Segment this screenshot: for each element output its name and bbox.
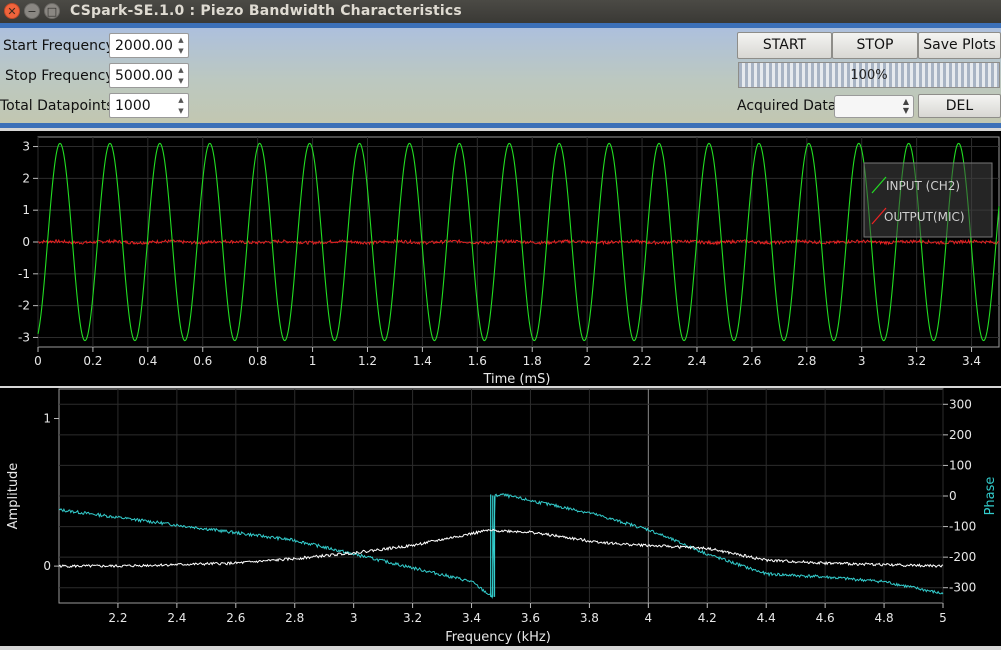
y2-tick-label: -100 [949, 520, 976, 534]
y2-tick-label: 200 [949, 428, 972, 442]
acquired-data-label: Acquired Data [737, 98, 837, 114]
time-domain-plot[interactable]: 0 0.2 0.4 0.6 0.8 1 1.2 1.4 1.6 1.8 2 2.2 2.4 2.6 2.8 3… [0, 131, 1001, 387]
total-datapoints-spinbox[interactable]: 1000 ▲ ▼ [109, 93, 189, 118]
legend-output-label: OUTPUT(MIC) [884, 210, 965, 224]
legend: INPUT (CH2) OUTPUT(MIC) [863, 162, 993, 238]
acquired-data-dropdown[interactable]: ▲ ▼ [834, 95, 914, 118]
frequency-plot-svg: 2.2 2.4 2.6 2.8 3 3.2 3.4 3.6 3.8 4 4.2 4.4 4.6 4.8 5 3… [6, 388, 998, 645]
y2-tick-label: 100 [949, 458, 972, 472]
x-tick-label: 2.4 [167, 611, 186, 625]
x-tick-label: 4.2 [698, 611, 717, 625]
legend-input-label: INPUT (CH2) [886, 179, 960, 193]
x-tick-label: 2.4 [687, 354, 706, 368]
y2-tick-label: -200 [949, 550, 976, 564]
y-tick-label: 2 [22, 171, 30, 185]
y-tick-label: 1 [43, 412, 51, 426]
maximize-icon[interactable]: □ [44, 3, 60, 19]
spin-up-icon[interactable]: ▲ [176, 65, 186, 76]
x-tick-label: 0.2 [83, 354, 102, 368]
x-tick-label: 1.6 [468, 354, 487, 368]
x-tick-label: 3.2 [907, 354, 926, 368]
x-tick-label: 3.8 [580, 611, 599, 625]
x-tick-label: 3.2 [403, 611, 422, 625]
x-tick-label: 2.6 [226, 611, 245, 625]
window-title: CSpark-SE.1.0 : Piezo Bandwidth Characte… [70, 3, 462, 19]
y2-tick-label: 0 [949, 489, 957, 503]
start-button[interactable]: START [737, 32, 832, 59]
y-tick-label: -1 [18, 267, 30, 281]
x-tick-label: 1.2 [358, 354, 377, 368]
y2-tick-label: -300 [949, 581, 976, 595]
acquisition-progress-bar: 100% [738, 62, 1000, 88]
window-titlebar: ✕ − □ CSpark-SE.1.0 : Piezo Bandwidth Ch… [0, 0, 1001, 23]
total-datapoints-label: Total Datapoints [0, 98, 114, 114]
amplitude-axis-label: Amplitude [6, 463, 21, 530]
x-axis-label: Time (mS) [482, 372, 550, 386]
time-plot-svg: 0 0.2 0.4 0.6 0.8 1 1.2 1.4 1.6 1.8 2 2.2 2.4 2.6 2.8 3… [18, 136, 1000, 387]
y-tick-label: 1 [22, 203, 30, 217]
x-tick-label: 1.8 [523, 354, 542, 368]
x-tick-label: 0.8 [248, 354, 267, 368]
y-tick-label: 3 [22, 140, 30, 154]
delete-button[interactable]: DEL [918, 94, 1001, 118]
x-tick-label: 3 [350, 611, 358, 625]
x-tick-label: 3 [858, 354, 866, 368]
save-plots-button[interactable]: Save Plots [918, 32, 1001, 59]
x-tick-label: 4.8 [875, 611, 894, 625]
x-tick-label: 2.6 [742, 354, 761, 368]
x-tick-label: 3.4 [962, 354, 981, 368]
x-tick-label: 5 [939, 611, 947, 625]
close-icon[interactable]: ✕ [4, 3, 20, 19]
stop-frequency-label: Stop Frequency [5, 68, 114, 84]
y-tick-label: 0 [22, 235, 30, 249]
x-tick-label: 4 [645, 611, 653, 625]
x-tick-label: 2.8 [797, 354, 816, 368]
spin-down-icon[interactable]: ▼ [176, 106, 186, 117]
spin-up-icon[interactable]: ▲ [176, 35, 186, 46]
x-tick-label: 3.6 [521, 611, 540, 625]
stop-frequency-spinbox[interactable]: 5000.00 ▲ ▼ [109, 63, 189, 88]
start-frequency-label: Start Frequency [3, 38, 114, 54]
start-frequency-spinbox[interactable]: 2000.00 ▲ ▼ [109, 33, 189, 58]
x-tick-label: 2.2 [108, 611, 127, 625]
stop-frequency-value: 5000.00 [115, 68, 173, 84]
x-tick-label: 1.4 [413, 354, 432, 368]
x-tick-label: 2.8 [285, 611, 304, 625]
x-tick-label: 0 [34, 354, 42, 368]
spin-down-icon[interactable]: ▼ [176, 76, 186, 87]
divider [0, 123, 1001, 128]
y-tick-label: -2 [18, 299, 30, 313]
x-tick-label: 2.2 [633, 354, 652, 368]
y2-tick-label: 300 [949, 397, 972, 411]
x-tick-label: 4.6 [816, 611, 835, 625]
spin-up-icon[interactable]: ▲ [176, 95, 186, 106]
y-tick-label: 0 [43, 559, 51, 573]
minimize-icon[interactable]: − [24, 3, 40, 19]
spin-up-icon: ▲ [902, 97, 909, 106]
y-tick-label: -3 [18, 330, 30, 344]
spin-down-icon: ▼ [902, 106, 909, 115]
start-frequency-value: 2000.00 [115, 38, 173, 54]
x-tick-label: 1 [309, 354, 317, 368]
frequency-response-plot[interactable]: 2.2 2.4 2.6 2.8 3 3.2 3.4 3.6 3.8 4 4.2 4.4 4.6 4.8 5 3… [0, 388, 1001, 646]
progress-text: 100% [850, 68, 888, 83]
x-tick-label: 0.4 [138, 354, 157, 368]
stop-button[interactable]: STOP [832, 32, 918, 59]
x-tick-label: 2 [583, 354, 591, 368]
phase-axis-label: Phase [983, 477, 998, 516]
total-datapoints-value: 1000 [115, 98, 151, 114]
x-axis-label: Frequency (kHz) [445, 630, 551, 645]
x-tick-label: 4.4 [757, 611, 776, 625]
legend-box [863, 162, 993, 238]
x-tick-label: 0.6 [193, 354, 212, 368]
spin-down-icon[interactable]: ▼ [176, 46, 186, 57]
x-tick-label: 3.4 [462, 611, 481, 625]
